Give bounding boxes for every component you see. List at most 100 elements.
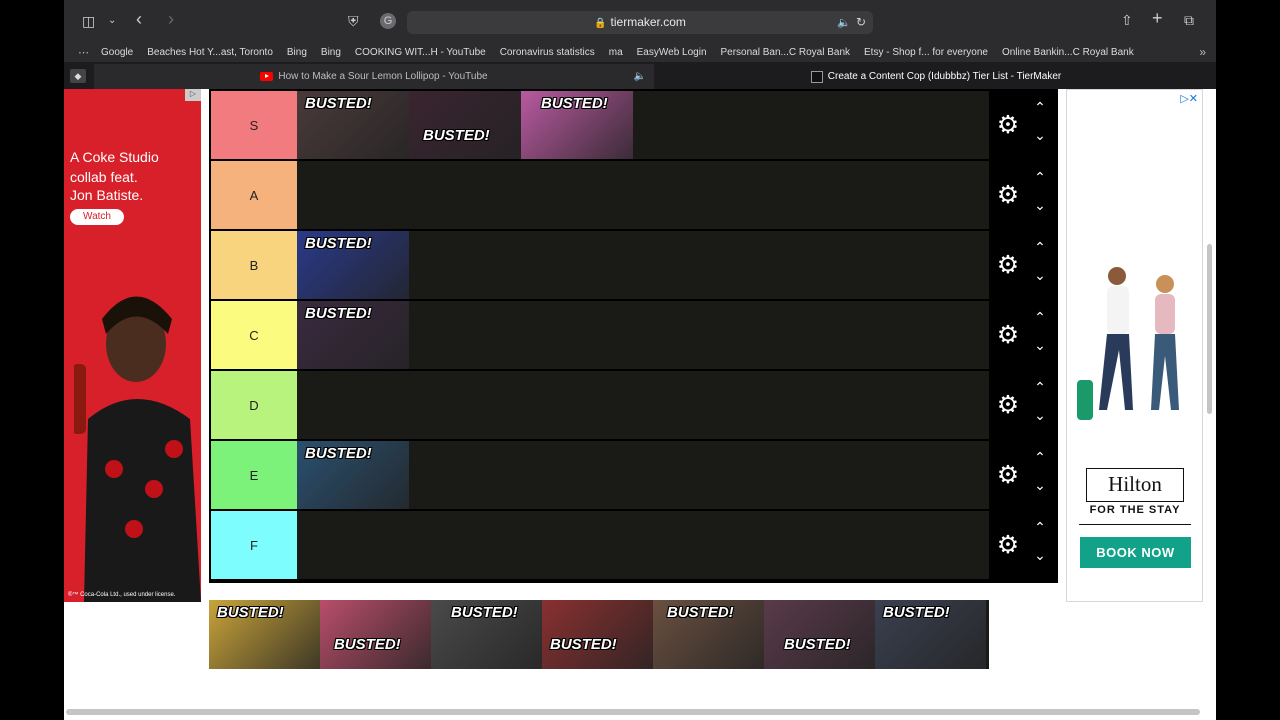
ad-line: A Coke Studio bbox=[70, 149, 159, 165]
forward-icon[interactable]: › bbox=[168, 10, 174, 28]
vertical-scrollbar[interactable] bbox=[1207, 244, 1212, 414]
thumbnail-caption: BUSTED! bbox=[305, 235, 372, 252]
tier-dropzone[interactable]: BUSTED! bbox=[297, 301, 989, 369]
tier-label[interactable]: E bbox=[211, 441, 297, 509]
chevron-up-icon[interactable]: ⌃ bbox=[1029, 309, 1051, 326]
horizontal-scrollbar[interactable] bbox=[66, 709, 1200, 715]
chevron-down-icon[interactable]: ⌄ bbox=[1029, 267, 1051, 284]
tier-label[interactable]: S bbox=[211, 91, 297, 159]
ad-person-image bbox=[74, 296, 201, 602]
tier-item-thumbnail[interactable]: BUSTED! bbox=[409, 91, 521, 159]
gear-icon[interactable]: ⚙ bbox=[995, 532, 1021, 558]
tier-dropzone[interactable]: BUSTED! bbox=[297, 231, 989, 299]
tier-row-c: C BUSTED! ⚙ ⌃ ⌄ bbox=[211, 301, 1056, 369]
hilton-tagline: FOR THE STAY bbox=[1089, 504, 1181, 516]
tier-item-thumbnail[interactable]: BUSTED! bbox=[209, 600, 320, 669]
apps-grid-icon[interactable]: ⋯ bbox=[78, 46, 89, 59]
chevron-down-icon[interactable]: ⌄ bbox=[1029, 477, 1051, 494]
book-now-button[interactable]: BOOK NOW bbox=[1080, 537, 1191, 568]
bookmark-item[interactable]: EasyWeb Login bbox=[637, 47, 707, 58]
bookmark-item[interactable]: Bing bbox=[287, 47, 307, 58]
extension-icon[interactable]: G bbox=[380, 13, 396, 29]
tier-dropzone[interactable]: BUSTED! BUSTED! BUSTED! bbox=[297, 91, 989, 159]
bookmark-item[interactable]: Personal Ban...C Royal Bank bbox=[721, 47, 851, 58]
more-bookmarks-icon[interactable]: » bbox=[1199, 45, 1206, 59]
chevron-up-icon[interactable]: ⌃ bbox=[1029, 449, 1051, 466]
reload-icon[interactable]: ↻ bbox=[856, 14, 866, 30]
tier-item-thumbnail[interactable]: BUSTED! bbox=[297, 231, 409, 299]
tier-item-thumbnail[interactable]: BUSTED! bbox=[542, 600, 653, 669]
new-tab-icon[interactable]: + bbox=[1152, 9, 1163, 27]
tier-controls: ⚙ ⌃ ⌄ bbox=[989, 91, 1056, 159]
share-icon[interactable]: ⇧ bbox=[1121, 12, 1133, 28]
gear-icon[interactable]: ⚙ bbox=[995, 392, 1021, 418]
tab-bar: ◆ How to Make a Sour Lemon Lollipop - Yo… bbox=[64, 62, 1216, 89]
gear-icon[interactable]: ⚙ bbox=[995, 322, 1021, 348]
tier-item-thumbnail[interactable]: BUSTED! bbox=[297, 441, 409, 509]
ad-close-icon[interactable]: ▷✕ bbox=[1180, 92, 1198, 105]
tab-title: How to Make a Sour Lemon Lollipop - YouT… bbox=[278, 71, 488, 82]
chevron-up-icon[interactable]: ⌃ bbox=[1029, 519, 1051, 536]
bookmark-item[interactable]: Google bbox=[101, 47, 133, 58]
address-bar[interactable]: 🔒 tiermaker.com 🔈 ↻ bbox=[407, 11, 873, 34]
speaker-icon[interactable]: 🔈 bbox=[634, 71, 646, 82]
speaker-icon[interactable]: 🔈 bbox=[837, 15, 851, 31]
chevron-up-icon[interactable]: ⌃ bbox=[1029, 239, 1051, 256]
tab-youtube[interactable]: How to Make a Sour Lemon Lollipop - YouT… bbox=[94, 64, 654, 89]
bookmark-item[interactable]: Online Bankin...C Royal Bank bbox=[1002, 47, 1134, 58]
tier-item-thumbnail[interactable]: BUSTED! bbox=[764, 600, 875, 669]
watch-button[interactable]: Watch bbox=[70, 209, 124, 225]
sidebar-toggle-icon[interactable]: ◫ bbox=[82, 13, 95, 29]
tier-label[interactable]: B bbox=[211, 231, 297, 299]
chevron-down-icon[interactable]: ⌄ bbox=[1029, 337, 1051, 354]
tier-label[interactable]: D bbox=[211, 371, 297, 439]
coke-ad[interactable]: ▷ A Coke Studio collab feat. Jon Batiste… bbox=[64, 89, 201, 602]
tier-item-thumbnail[interactable]: BUSTED! bbox=[521, 91, 633, 159]
tier-label[interactable]: A bbox=[211, 161, 297, 229]
tier-row-e: E BUSTED! ⚙ ⌃ ⌄ bbox=[211, 441, 1056, 509]
chevron-up-icon[interactable]: ⌃ bbox=[1029, 169, 1051, 186]
adchoices-icon[interactable]: ▷ bbox=[185, 89, 201, 101]
chevron-down-icon[interactable]: ⌄ bbox=[1029, 197, 1051, 214]
privacy-shield-icon[interactable]: ⛨ bbox=[348, 13, 359, 29]
tier-item-thumbnail[interactable]: BUSTED! bbox=[875, 600, 986, 669]
tier-dropzone[interactable] bbox=[297, 371, 989, 439]
browser-window: ◫ ⌄ ‹ › ⛨ G 🔒 tiermaker.com 🔈 ↻ ⇧ + ⧉ ⋯ G… bbox=[64, 0, 1216, 720]
tier-label[interactable]: C bbox=[211, 301, 297, 369]
chevron-down-icon[interactable]: ⌄ bbox=[108, 13, 116, 29]
pinned-tab-icon[interactable]: ◆ bbox=[70, 69, 86, 83]
lock-icon: 🔒 bbox=[594, 18, 607, 29]
gear-icon[interactable]: ⚙ bbox=[995, 182, 1021, 208]
bookmark-item[interactable]: Bing bbox=[321, 47, 341, 58]
gear-icon[interactable]: ⚙ bbox=[995, 462, 1021, 488]
hilton-ad[interactable]: ▷✕ Hilton FOR THE STAY BOOK NOW bbox=[1066, 89, 1203, 602]
bookmark-item[interactable]: ma bbox=[609, 47, 623, 58]
bookmark-item[interactable]: Etsy - Shop f... for everyone bbox=[864, 47, 988, 58]
tier-dropzone[interactable] bbox=[297, 161, 989, 229]
chevron-down-icon[interactable]: ⌄ bbox=[1029, 547, 1051, 564]
tier-item-thumbnail[interactable]: BUSTED! bbox=[431, 600, 542, 669]
chevron-up-icon[interactable]: ⌃ bbox=[1029, 379, 1051, 396]
tier-dropzone[interactable] bbox=[297, 511, 989, 579]
gear-icon[interactable]: ⚙ bbox=[995, 112, 1021, 138]
bookmark-item[interactable]: COOKING WIT...H - YouTube bbox=[355, 47, 486, 58]
bookmark-item[interactable]: Coronavirus statistics bbox=[500, 47, 595, 58]
tier-item-thumbnail[interactable]: BUSTED! bbox=[297, 91, 409, 159]
thumbnail-caption: BUSTED! bbox=[305, 95, 372, 112]
chevron-down-icon[interactable]: ⌄ bbox=[1029, 407, 1051, 424]
tier-dropzone[interactable]: BUSTED! bbox=[297, 441, 989, 509]
back-icon[interactable]: ‹ bbox=[136, 10, 142, 28]
gear-icon[interactable]: ⚙ bbox=[995, 252, 1021, 278]
bookmark-item[interactable]: Beaches Hot Y...ast, Toronto bbox=[147, 47, 273, 58]
tier-item-thumbnail[interactable]: BUSTED! bbox=[320, 600, 431, 669]
tier-item-thumbnail[interactable]: BUSTED! bbox=[653, 600, 764, 669]
chevron-down-icon[interactable]: ⌄ bbox=[1029, 127, 1051, 144]
thumbnail-caption: BUSTED! bbox=[550, 636, 617, 653]
chevron-up-icon[interactable]: ⌃ bbox=[1029, 99, 1051, 116]
tab-overview-icon[interactable]: ⧉ bbox=[1184, 12, 1194, 28]
tier-list: S BUSTED! BUSTED! BUSTED! ⚙ ⌃ ⌄ A ⚙ ⌃ ⌄ B BUSTED! ⚙ ⌃ ⌄… bbox=[209, 89, 1058, 583]
tab-tiermaker[interactable]: Create a Content Cop (Idubbbz) Tier List… bbox=[656, 64, 1216, 89]
thumbnail-caption: BUSTED! bbox=[305, 305, 372, 322]
tier-item-thumbnail[interactable]: BUSTED! bbox=[297, 301, 409, 369]
tier-label[interactable]: F bbox=[211, 511, 297, 579]
